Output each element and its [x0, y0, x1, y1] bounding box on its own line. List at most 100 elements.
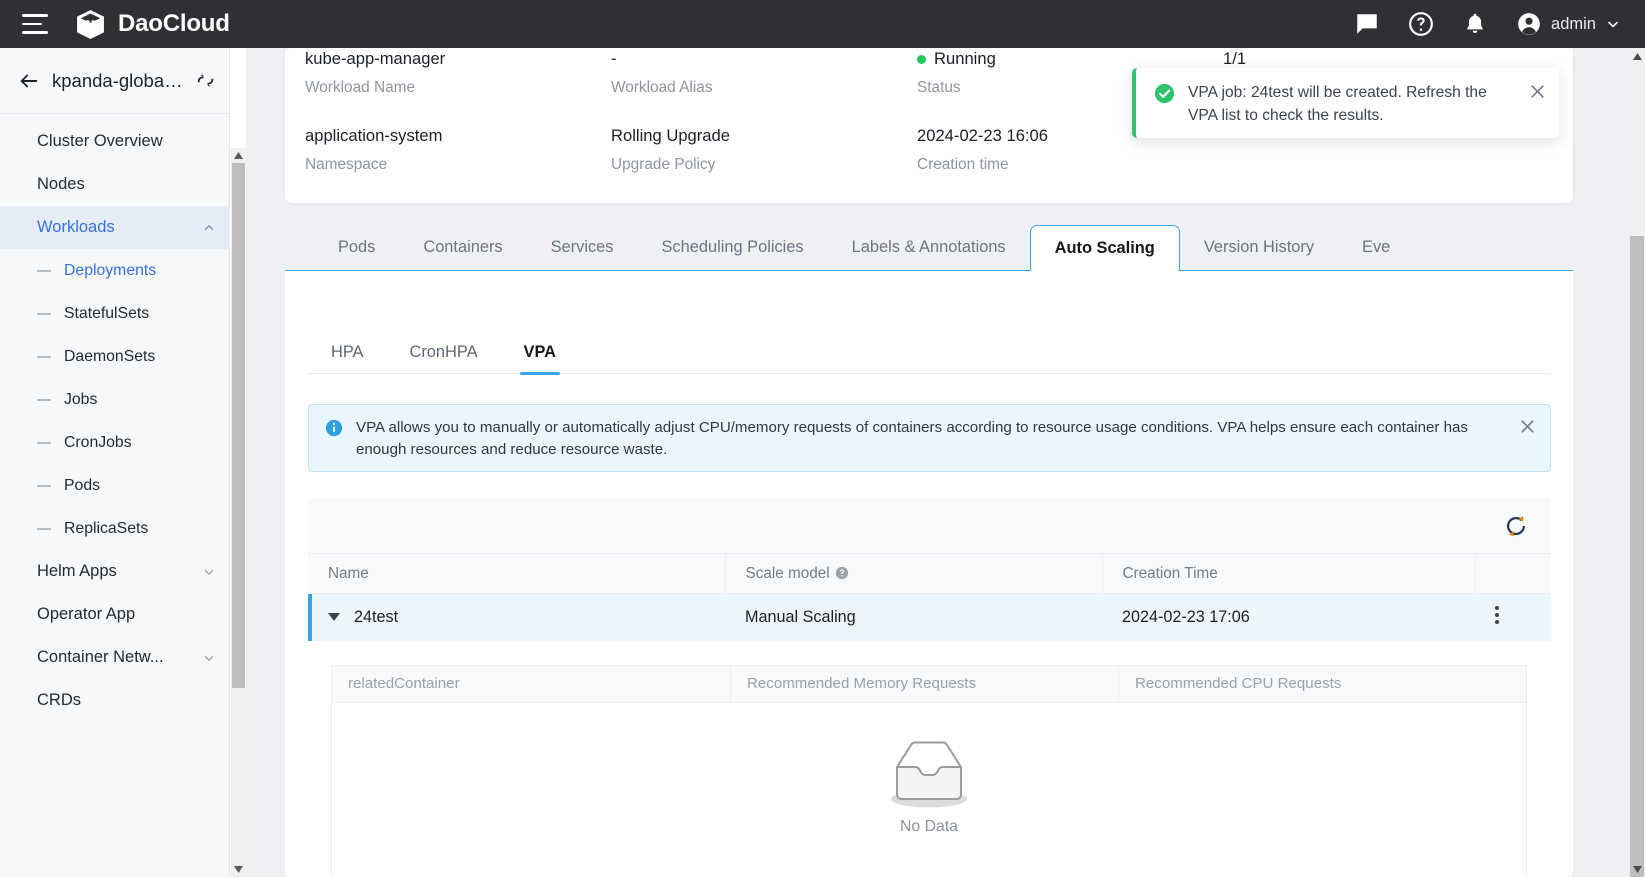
nested-column-recommended-cpu: Recommended CPU Requests: [1118, 666, 1526, 702]
tab-pods[interactable]: Pods: [314, 225, 399, 270]
sidebar-item-workloads[interactable]: Workloads: [0, 206, 230, 249]
field-value: -: [611, 48, 917, 70]
tab-labels-annotations[interactable]: Labels & Annotations: [828, 225, 1030, 270]
hamburger-menu-icon[interactable]: [22, 14, 48, 34]
row-selected-accent: [308, 594, 312, 641]
chevron-down-icon: [202, 651, 216, 665]
nested-column-related-container: relatedContainer: [332, 666, 730, 702]
bullet-dash-icon: [37, 270, 51, 272]
close-icon[interactable]: [1519, 418, 1536, 435]
main-content: kube-app-manager Workload Name - Workloa…: [246, 48, 1629, 877]
sidebar-item-label: CRDs: [37, 691, 81, 710]
main-scrollbar-thumb[interactable]: [1630, 236, 1644, 877]
table-row[interactable]: 24test Manual Scaling 2024-02-23 17:06: [308, 594, 1551, 641]
back-arrow-icon[interactable]: [18, 70, 40, 92]
sidebar-item-pods[interactable]: Pods: [0, 464, 230, 507]
sidebar-item-label: Operator App: [37, 605, 135, 624]
cell-name: 24test: [308, 594, 725, 641]
scroll-up-arrow-icon[interactable]: [1629, 48, 1645, 64]
tab-containers[interactable]: Containers: [399, 225, 526, 270]
subtab-label: HPA: [331, 343, 364, 361]
no-data-text: No Data: [900, 818, 958, 836]
subtab-hpa[interactable]: HPA: [308, 343, 387, 373]
empty-inbox-icon: [877, 731, 981, 809]
close-icon[interactable]: [1529, 83, 1546, 100]
subtab-cronhpa[interactable]: CronHPA: [387, 343, 501, 373]
row-name: 24test: [354, 608, 398, 626]
tab-auto-scaling[interactable]: Auto Scaling: [1030, 225, 1180, 272]
sidebar-item-label: Nodes: [37, 175, 85, 194]
field-value: kube-app-manager: [305, 48, 611, 70]
chevron-down-icon[interactable]: [1605, 16, 1621, 32]
brand-logo-link[interactable]: DaoCloud: [74, 8, 230, 41]
tab-label: Auto Scaling: [1055, 239, 1155, 258]
sidebar-item-operator-app[interactable]: Operator App: [0, 593, 230, 636]
column-header-scale-model[interactable]: Scale model: [725, 554, 1102, 594]
tab-version-history[interactable]: Version History: [1180, 225, 1338, 270]
help-icon[interactable]: [1408, 11, 1434, 37]
tab-services[interactable]: Services: [527, 225, 638, 270]
bullet-dash-icon: [37, 442, 51, 444]
column-header-actions: [1475, 554, 1551, 594]
sidebar-item-helm-apps[interactable]: Helm Apps: [0, 550, 230, 593]
sidebar-item-nodes[interactable]: Nodes: [0, 163, 230, 206]
tab-events[interactable]: Eve: [1338, 225, 1414, 270]
feedback-icon[interactable]: [1354, 11, 1380, 37]
info-icon: [325, 419, 343, 437]
cluster-name[interactable]: kpanda-global-cl...: [52, 70, 184, 92]
bullet-dash-icon: [37, 485, 51, 487]
field-label: Workload Name: [305, 79, 611, 97]
field-value: 1/1: [1223, 48, 1553, 70]
help-icon[interactable]: [835, 566, 849, 580]
notifications-icon[interactable]: [1462, 11, 1488, 37]
row-more-actions-icon[interactable]: [1495, 606, 1499, 624]
vpa-table: Name Scale model Creation Time 24test: [308, 498, 1551, 877]
scroll-down-arrow-icon[interactable]: [1629, 861, 1645, 877]
detail-tabs: Pods Containers Services Scheduling Poli…: [285, 224, 1573, 271]
sidebar-scrollbar-thumb[interactable]: [232, 163, 245, 688]
sidebar-item-label: Deployments: [64, 262, 156, 280]
tab-scheduling-policies[interactable]: Scheduling Policies: [637, 225, 827, 270]
nested-empty-state: No Data: [331, 703, 1527, 877]
status-dot-icon: [917, 55, 926, 64]
avatar: [1516, 11, 1542, 37]
sidebar-item-jobs[interactable]: Jobs: [0, 378, 230, 421]
nested-header-row: relatedContainer Recommended Memory Requ…: [331, 665, 1527, 703]
sidebar-item-daemonsets[interactable]: DaemonSets: [0, 335, 230, 378]
column-label: Name: [328, 565, 369, 582]
sidebar-cluster-header: kpanda-global-cl...: [0, 48, 229, 114]
subtab-vpa[interactable]: VPA: [501, 343, 580, 373]
sidebar-item-replicasets[interactable]: ReplicaSets: [0, 507, 230, 550]
daocloud-cube-icon: [74, 8, 107, 41]
switch-cluster-icon[interactable]: [196, 71, 215, 90]
scroll-up-arrow-icon[interactable]: [231, 148, 246, 163]
sidebar-item-statefulsets[interactable]: StatefulSets: [0, 292, 230, 335]
sidebar-item-crds[interactable]: CRDs: [0, 679, 230, 722]
sidebar-item-cluster-overview[interactable]: Cluster Overview: [0, 120, 230, 163]
table-body: 24test Manual Scaling 2024-02-23 17:06: [308, 594, 1551, 641]
status-badge: Running: [917, 48, 1223, 70]
sidebar: kpanda-global-cl... Cluster Overview Nod…: [0, 48, 230, 877]
user-menu[interactable]: admin: [1516, 11, 1621, 37]
column-header-creation-time[interactable]: Creation Time: [1102, 554, 1475, 594]
scroll-down-arrow-icon[interactable]: [231, 862, 246, 877]
sidebar-item-cronjobs[interactable]: CronJobs: [0, 421, 230, 464]
sidebar-scrollbar[interactable]: [231, 148, 246, 877]
sidebar-item-label: CronJobs: [64, 434, 132, 452]
field-workload-name: kube-app-manager Workload Name: [305, 48, 611, 97]
field-value: Running: [934, 48, 996, 70]
refresh-icon[interactable]: [1503, 513, 1529, 539]
field-upgrade-policy: Rolling Upgrade Upgrade Policy: [611, 125, 917, 174]
main-scrollbar[interactable]: [1629, 48, 1645, 877]
top-navigation-bar: DaoCloud admin: [0, 0, 1645, 48]
sidebar-item-label: Container Netw...: [37, 648, 164, 667]
field-workload-alias: - Workload Alias: [611, 48, 917, 97]
cell-actions: [1475, 594, 1551, 641]
field-label: Creation time: [917, 156, 1223, 174]
nested-column-recommended-memory: Recommended Memory Requests: [730, 666, 1118, 702]
row-expand-toggle-icon[interactable]: [328, 613, 340, 621]
field-value: Rolling Upgrade: [611, 125, 917, 147]
sidebar-item-deployments[interactable]: Deployments: [0, 249, 230, 292]
sidebar-item-container-network[interactable]: Container Netw...: [0, 636, 230, 679]
column-header-name[interactable]: Name: [308, 554, 725, 594]
